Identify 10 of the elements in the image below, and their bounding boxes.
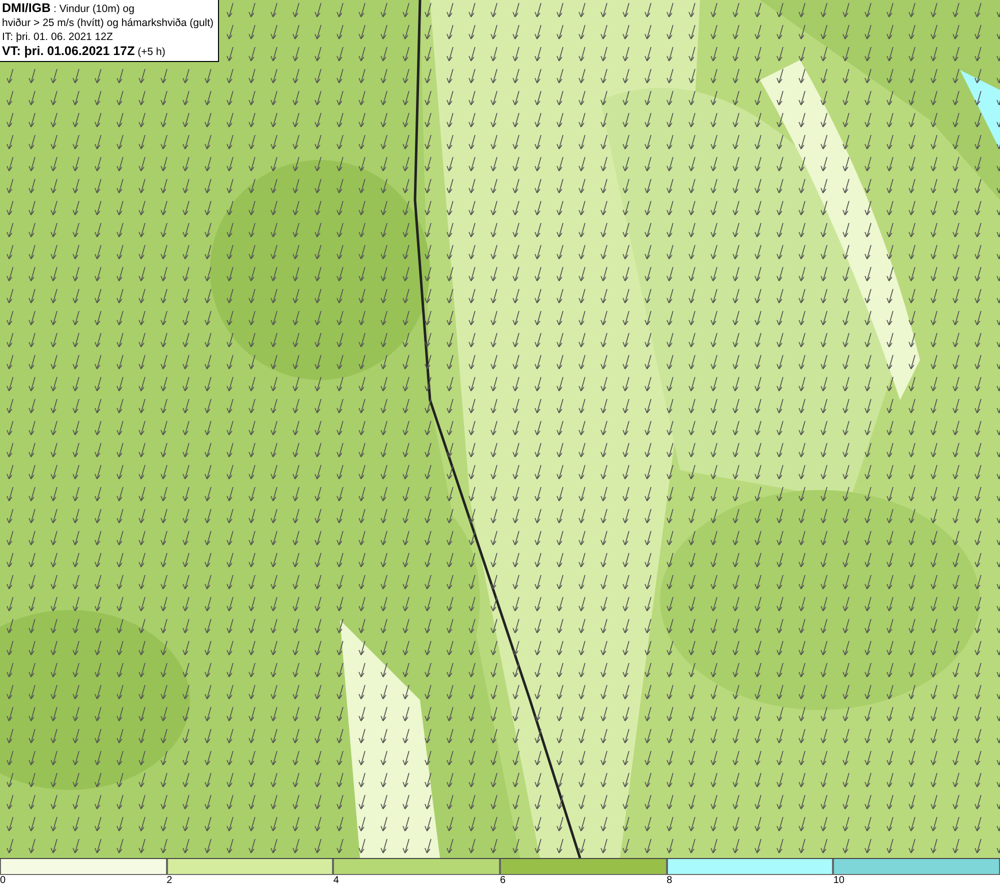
title-text: hviður > 25 m/s (hvítt) og hámarkshviða (gult) (2, 16, 214, 30)
scale-label: 8 (666, 875, 674, 887)
title-text: IT: þri. 01. 06. 2021 12Z (2, 30, 114, 44)
title-text: VT: þri. 01.06.2021 17Z (+5 h) (2, 44, 166, 59)
scale-label: 4 (333, 875, 340, 887)
scale-label: 0 (0, 875, 7, 887)
scale-label: 10 (833, 875, 846, 887)
scale-label: 2 (166, 875, 174, 887)
title-text: DMI/IGB : Vindur (10m) og (2, 1, 136, 16)
scale-label: 6 (500, 875, 507, 887)
